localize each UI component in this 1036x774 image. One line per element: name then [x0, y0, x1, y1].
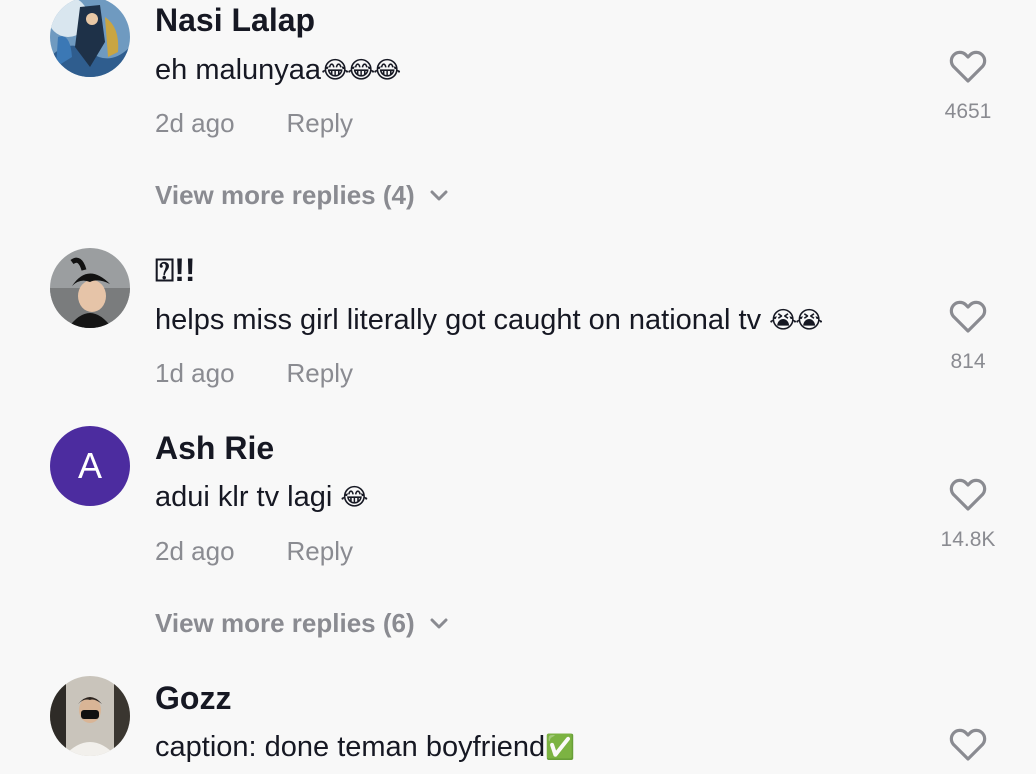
- crying-emoji-icon: 😭😭: [769, 306, 823, 334]
- view-more-replies-label: View more replies (4): [155, 180, 415, 210]
- comment-timestamp: 1d ago: [155, 358, 235, 388]
- avatar[interactable]: [50, 676, 130, 756]
- reply-button[interactable]: Reply: [287, 108, 353, 138]
- heart-icon[interactable]: [948, 726, 988, 762]
- avatar[interactable]: [50, 248, 130, 328]
- chevron-down-icon: [430, 190, 448, 201]
- comment-text: adui klr tv lagi 😂: [155, 481, 368, 514]
- mirror-selfie-avatar-icon: [50, 676, 130, 756]
- person-photo-avatar-icon: [50, 248, 130, 328]
- view-more-replies-button[interactable]: View more replies (4): [155, 180, 449, 211]
- comment-text-body: helps miss girl literally got caught on …: [155, 304, 770, 336]
- comment-meta: 2d ago Reply: [155, 108, 353, 139]
- laughing-emoji-icon: 😂😂😂: [321, 56, 401, 84]
- comment-username[interactable]: Gozz: [155, 680, 231, 717]
- avatar[interactable]: A: [50, 426, 130, 506]
- comment-username[interactable]: Ash Rie: [155, 430, 274, 467]
- like-count: 814: [950, 350, 986, 373]
- like-count: 14.8K: [940, 528, 996, 551]
- heart-icon[interactable]: [948, 476, 988, 512]
- comment-text-body: adui klr tv lagi: [155, 481, 341, 513]
- comment-timestamp: 2d ago: [155, 536, 235, 566]
- comment-text: eh malunyaa😂😂😂: [155, 54, 401, 87]
- comment-meta: 1d ago Reply: [155, 358, 353, 389]
- comment-text: caption: done teman boyfriend✅: [155, 731, 575, 764]
- comment-text-body: caption: done teman boyfriend: [155, 731, 546, 763]
- avatar-letter: A: [77, 445, 102, 486]
- avatar[interactable]: [50, 0, 130, 77]
- comment-username[interactable]: ⍰!!: [155, 252, 196, 290]
- heart-icon[interactable]: [948, 298, 988, 334]
- anime-figure-avatar-icon: [50, 0, 130, 77]
- like-count: 4651: [944, 100, 992, 123]
- heart-icon[interactable]: [948, 48, 988, 84]
- comment-username[interactable]: Nasi Lalap: [155, 2, 315, 39]
- check-mark-emoji-icon: ✅: [545, 733, 575, 761]
- comment-text: helps miss girl literally got caught on …: [155, 304, 823, 337]
- comment-text-body: eh malunyaa: [155, 54, 322, 86]
- comment-timestamp: 2d ago: [155, 108, 235, 138]
- chevron-down-icon: [430, 618, 448, 629]
- reply-button[interactable]: Reply: [287, 536, 353, 566]
- reply-button[interactable]: Reply: [287, 358, 353, 388]
- view-more-replies-label: View more replies (6): [155, 608, 415, 638]
- laughing-emoji-icon: 😂: [340, 483, 368, 511]
- view-more-replies-button[interactable]: View more replies (6): [155, 608, 449, 639]
- comment-meta: 2d ago Reply: [155, 536, 353, 567]
